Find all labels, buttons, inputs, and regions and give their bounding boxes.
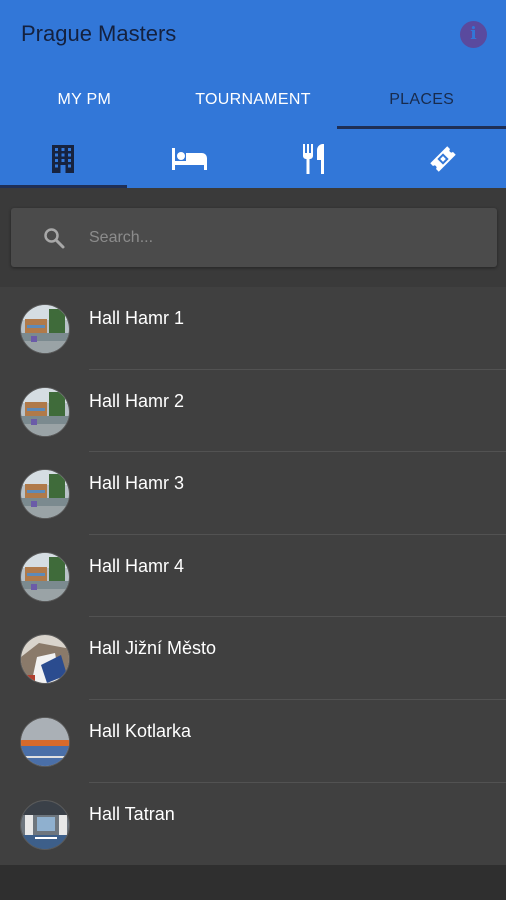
avatar bbox=[20, 469, 70, 520]
list-item[interactable]: Hall Hamr 1 bbox=[0, 287, 506, 370]
avatar bbox=[20, 716, 70, 767]
bed-icon bbox=[171, 147, 207, 170]
ticket-icon bbox=[430, 145, 456, 172]
list-item[interactable]: Hall Jižní Město bbox=[0, 617, 506, 700]
place-name: Hall Hamr 2 bbox=[89, 390, 185, 411]
avatar bbox=[20, 551, 70, 602]
restaurant-icon bbox=[303, 143, 325, 174]
main-tabs: MY PM TOURNAMENT PLACES bbox=[0, 73, 506, 129]
tab-tournament[interactable]: TOURNAMENT bbox=[169, 73, 338, 129]
place-name: Hall Hamr 1 bbox=[89, 308, 185, 328]
list-item[interactable]: Hall Hamr 4 bbox=[0, 535, 506, 618]
place-name: Hall Jižní Město bbox=[89, 638, 217, 659]
avatar bbox=[20, 634, 70, 685]
tab-places[interactable]: PLACES bbox=[337, 73, 506, 129]
search-box[interactable] bbox=[11, 208, 497, 267]
tab-my-pm[interactable]: MY PM bbox=[0, 73, 169, 129]
avatar bbox=[20, 386, 70, 437]
info-icon[interactable]: i bbox=[460, 21, 487, 48]
search-area bbox=[0, 188, 506, 287]
search-icon bbox=[44, 228, 65, 249]
list-item[interactable]: Hall Kotlarka bbox=[0, 700, 506, 783]
app-bar: Prague Masters i MY PM TOURNAMENT PLACES bbox=[0, 0, 506, 188]
avatar bbox=[20, 304, 70, 354]
tab-buildings[interactable] bbox=[0, 129, 127, 188]
place-name: Hall Hamr 4 bbox=[89, 555, 185, 576]
place-name: Hall Tatran bbox=[89, 803, 175, 824]
places-category-tabs bbox=[0, 129, 506, 188]
search-input[interactable] bbox=[89, 222, 469, 254]
place-name: Hall Hamr 3 bbox=[89, 473, 185, 494]
tab-restaurants[interactable] bbox=[253, 129, 380, 188]
app-title: Prague Masters bbox=[21, 21, 177, 46]
list-item[interactable]: Hall Hamr 2 bbox=[0, 370, 506, 453]
tab-tickets[interactable] bbox=[380, 129, 506, 188]
list-item[interactable]: Hall Tatran bbox=[0, 783, 506, 866]
places-list: Hall Hamr 1 Hall Hamr 2 Hall Hamr 3 Hall… bbox=[0, 287, 506, 865]
bottom-area bbox=[0, 865, 506, 900]
place-name: Hall Kotlarka bbox=[89, 720, 192, 741]
tab-accommodation[interactable] bbox=[127, 129, 254, 188]
avatar bbox=[20, 799, 70, 850]
list-item[interactable]: Hall Hamr 3 bbox=[0, 452, 506, 535]
building-icon bbox=[52, 144, 75, 173]
